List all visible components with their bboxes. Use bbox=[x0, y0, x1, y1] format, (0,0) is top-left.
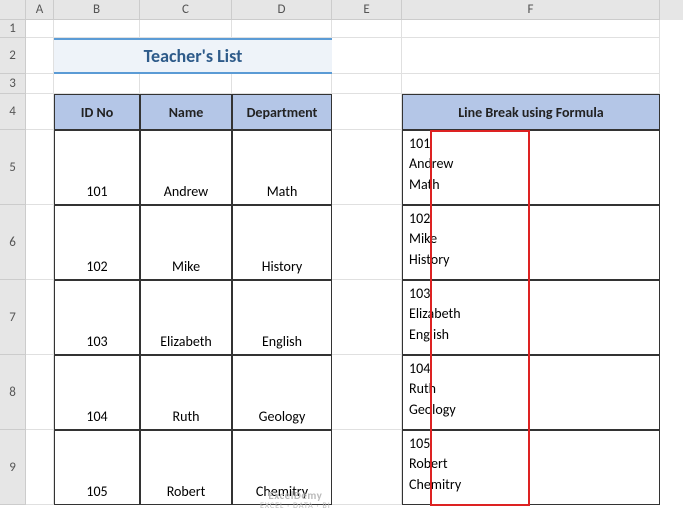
row-header-4[interactable]: 4 bbox=[0, 94, 26, 130]
cell-F3[interactable] bbox=[402, 74, 660, 94]
cell-F1[interactable] bbox=[402, 20, 660, 38]
cell-A5[interactable] bbox=[26, 130, 54, 205]
cell-D6[interactable]: History bbox=[232, 205, 332, 280]
cell-E2[interactable] bbox=[332, 38, 402, 74]
cell-E7[interactable] bbox=[332, 280, 402, 355]
cell-C6[interactable]: Mike bbox=[140, 205, 232, 280]
cell-A6[interactable] bbox=[26, 205, 54, 280]
cell-F9[interactable]: 105 Robert Chemitry bbox=[402, 430, 660, 505]
cell-D9[interactable]: Chemitry bbox=[232, 430, 332, 505]
row-header-2[interactable]: 2 bbox=[0, 38, 26, 74]
cell-C3[interactable] bbox=[140, 74, 232, 94]
cell-C9[interactable]: Robert bbox=[140, 430, 232, 505]
cell-D8[interactable]: Geology bbox=[232, 355, 332, 430]
cell-E8[interactable] bbox=[332, 355, 402, 430]
row-7: 7 103 Elizabeth English 103 Elizabeth En… bbox=[0, 280, 683, 355]
f5-line3: Math bbox=[409, 175, 440, 195]
cell-D5[interactable]: Math bbox=[232, 130, 332, 205]
cell-E1[interactable] bbox=[332, 20, 402, 38]
cell-F8[interactable]: 104 Ruth Geology bbox=[402, 355, 660, 430]
cell-E5[interactable] bbox=[332, 130, 402, 205]
select-all-corner[interactable] bbox=[0, 0, 26, 20]
f7-line1: 103 bbox=[409, 284, 430, 304]
row-3: 3 bbox=[0, 74, 683, 94]
cell-A2[interactable] bbox=[26, 38, 54, 74]
f6-line3: History bbox=[409, 250, 449, 270]
cell-A8[interactable] bbox=[26, 355, 54, 430]
header-dept[interactable]: Department bbox=[232, 94, 332, 130]
cell-C8[interactable]: Ruth bbox=[140, 355, 232, 430]
header-formula[interactable]: Line Break using Formula bbox=[402, 94, 660, 130]
row-header-1[interactable]: 1 bbox=[0, 20, 26, 38]
cell-F2[interactable] bbox=[402, 38, 660, 74]
f9-line3: Chemitry bbox=[409, 475, 461, 495]
cell-B5[interactable]: 101 bbox=[54, 130, 140, 205]
cell-F5[interactable]: 101 Andrew Math bbox=[402, 130, 660, 205]
row-4: 4 ID No Name Department Line Break using… bbox=[0, 94, 683, 130]
col-header-E[interactable]: E bbox=[332, 0, 402, 20]
f5-line1: 101 bbox=[409, 134, 430, 154]
header-id[interactable]: ID No bbox=[54, 94, 140, 130]
cell-F7[interactable]: 103 Elizabeth English bbox=[402, 280, 660, 355]
cell-E6[interactable] bbox=[332, 205, 402, 280]
row-header-6[interactable]: 6 bbox=[0, 205, 26, 280]
row-9: 9 105 Robert Chemitry 105 Robert Chemitr… bbox=[0, 430, 683, 505]
cell-E9[interactable] bbox=[332, 430, 402, 505]
cell-B6[interactable]: 102 bbox=[54, 205, 140, 280]
row-2: 2 Teacher's List bbox=[0, 38, 683, 74]
row-6: 6 102 Mike History 102 Mike History bbox=[0, 205, 683, 280]
cell-D7[interactable]: English bbox=[232, 280, 332, 355]
cell-A4[interactable] bbox=[26, 94, 54, 130]
cell-E3[interactable] bbox=[332, 74, 402, 94]
f8-line1: 104 bbox=[409, 359, 430, 379]
cell-F6[interactable]: 102 Mike History bbox=[402, 205, 660, 280]
f9-line1: 105 bbox=[409, 434, 430, 454]
spreadsheet-grid: A B C D E F 1 2 Teacher's List 3 4 I bbox=[0, 0, 683, 505]
cell-D3[interactable] bbox=[232, 74, 332, 94]
f5-line2: Andrew bbox=[409, 154, 453, 174]
cell-A3[interactable] bbox=[26, 74, 54, 94]
cell-A1[interactable] bbox=[26, 20, 54, 38]
cell-D1[interactable] bbox=[232, 20, 332, 38]
f8-line2: Ruth bbox=[409, 379, 436, 399]
cell-C5[interactable]: Andrew bbox=[140, 130, 232, 205]
row-header-9[interactable]: 9 bbox=[0, 430, 26, 505]
title-cell[interactable]: Teacher's List bbox=[54, 38, 332, 74]
cell-B9[interactable]: 105 bbox=[54, 430, 140, 505]
column-headers-row: A B C D E F bbox=[0, 0, 683, 20]
cell-B3[interactable] bbox=[54, 74, 140, 94]
cell-A9[interactable] bbox=[26, 430, 54, 505]
col-header-C[interactable]: C bbox=[140, 0, 232, 20]
f6-line2: Mike bbox=[409, 229, 437, 249]
col-header-A[interactable]: A bbox=[26, 0, 54, 20]
cell-B8[interactable]: 104 bbox=[54, 355, 140, 430]
row-header-3[interactable]: 3 bbox=[0, 74, 26, 94]
col-header-D[interactable]: D bbox=[232, 0, 332, 20]
cell-B1[interactable] bbox=[54, 20, 140, 38]
f8-line3: Geology bbox=[409, 400, 456, 420]
f9-line2: Robert bbox=[409, 454, 448, 474]
row-header-8[interactable]: 8 bbox=[0, 355, 26, 430]
row-1: 1 bbox=[0, 20, 683, 38]
f7-line3: English bbox=[409, 325, 449, 345]
cell-E4[interactable] bbox=[332, 94, 402, 130]
cell-A7[interactable] bbox=[26, 280, 54, 355]
f6-line1: 102 bbox=[409, 209, 430, 229]
row-header-5[interactable]: 5 bbox=[0, 130, 26, 205]
row-8: 8 104 Ruth Geology 104 Ruth Geology bbox=[0, 355, 683, 430]
header-name[interactable]: Name bbox=[140, 94, 232, 130]
cell-C7[interactable]: Elizabeth bbox=[140, 280, 232, 355]
col-header-F[interactable]: F bbox=[402, 0, 660, 20]
f7-line2: Elizabeth bbox=[409, 304, 461, 324]
row-5: 5 101 Andrew Math 101 Andrew Math bbox=[0, 130, 683, 205]
col-header-B[interactable]: B bbox=[54, 0, 140, 20]
row-header-7[interactable]: 7 bbox=[0, 280, 26, 355]
cell-B7[interactable]: 103 bbox=[54, 280, 140, 355]
cell-C1[interactable] bbox=[140, 20, 232, 38]
